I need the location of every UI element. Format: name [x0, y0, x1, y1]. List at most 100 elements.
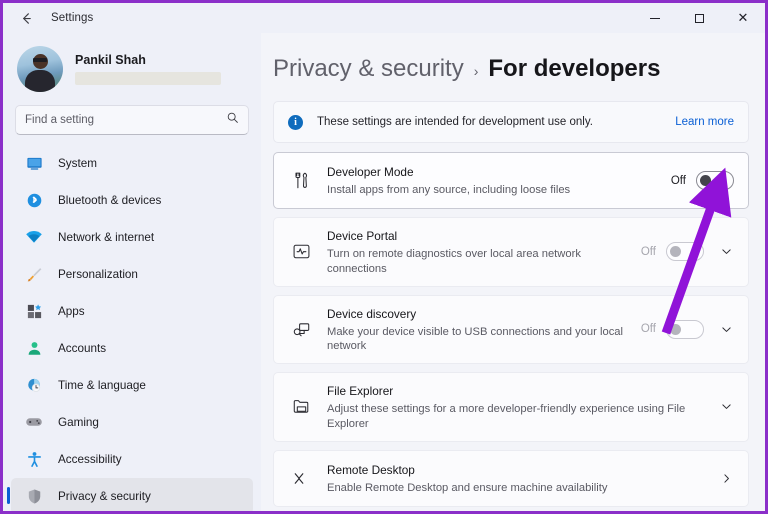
shield-icon [23, 486, 45, 506]
sidebar-nav: System Bluetooth & devices Network & int… [3, 145, 261, 511]
chevron-down-icon[interactable] [718, 321, 734, 337]
card-device-discovery[interactable]: Device discovery Make your device visibl… [273, 295, 749, 365]
learn-more-link[interactable]: Learn more [675, 116, 734, 128]
search-box[interactable] [15, 105, 249, 135]
card-text: Developer Mode Install apps from any sou… [327, 154, 671, 207]
card-text: File Explorer Adjust these settings for … [327, 373, 704, 441]
search-input[interactable] [25, 114, 222, 126]
card-controls [704, 399, 734, 415]
person-icon [23, 338, 45, 358]
toggle-state-label: Off [671, 175, 686, 187]
card-description: Enable Remote Desktop and ensure machine… [327, 481, 704, 496]
sidebar-item-privacy-security[interactable]: Privacy & security [11, 478, 253, 511]
close-icon: ✕ [738, 12, 749, 25]
sidebar-item-network-internet[interactable]: Network & internet [11, 219, 253, 255]
card-description: Turn on remote diagnostics over local ar… [327, 247, 641, 277]
search-container [3, 95, 261, 141]
sidebar-item-label: Apps [58, 305, 85, 318]
profile-text: Pankil Shah [75, 53, 221, 85]
avatar-glasses [33, 58, 47, 62]
wifi-icon [23, 227, 45, 247]
card-remote-desktop[interactable]: Remote Desktop Enable Remote Desktop and… [273, 450, 749, 507]
avatar [17, 46, 63, 92]
paintbrush-icon [23, 264, 45, 284]
search-icon [226, 111, 239, 129]
sidebar-item-bluetooth-devices[interactable]: Bluetooth & devices [11, 182, 253, 218]
chevron-down-icon[interactable] [718, 399, 734, 415]
device-portal-toggle[interactable] [666, 242, 704, 261]
sidebar-item-label: Time & language [58, 379, 146, 392]
remote-desktop-icon [288, 469, 314, 488]
profile-email-redacted [75, 72, 221, 85]
card-description: Adjust these settings for a more develop… [327, 402, 704, 432]
tools-icon [288, 171, 314, 190]
close-button[interactable]: ✕ [721, 3, 765, 33]
sidebar: Pankil Shah System [3, 33, 261, 511]
toggle-knob [670, 246, 681, 257]
card-controls [704, 470, 734, 486]
page-title: For developers [488, 55, 660, 83]
chevron-right-icon[interactable] [718, 470, 734, 486]
settings-card-list: Developer Mode Install apps from any sou… [273, 152, 749, 511]
card-text: Remote Desktop Enable Remote Desktop and… [327, 452, 704, 505]
apps-grid-icon [23, 301, 45, 321]
card-developer-mode[interactable]: Developer Mode Install apps from any sou… [273, 152, 749, 209]
settings-window: Settings ✕ Pankil Shah [3, 3, 765, 511]
card-title: File Explorer [327, 384, 393, 398]
card-text: Device discovery Make your device visibl… [327, 296, 641, 364]
card-title: Developer Mode [327, 165, 414, 179]
sidebar-item-time-language[interactable]: Time & language [11, 367, 253, 403]
accessibility-person-icon [23, 449, 45, 469]
breadcrumb-parent[interactable]: Privacy & security [273, 55, 464, 83]
breadcrumb: Privacy & security › For developers [261, 33, 765, 83]
profile-name: Pankil Shah [75, 53, 221, 67]
sidebar-item-gaming[interactable]: Gaming [11, 404, 253, 440]
info-icon: i [288, 115, 303, 130]
card-description: Make your device visible to USB connecti… [327, 325, 641, 355]
back-arrow-icon [19, 11, 34, 26]
card-text: Device Portal Turn on remote diagnostics… [327, 218, 641, 286]
info-banner: i These settings are intended for develo… [273, 101, 749, 143]
sidebar-item-label: Network & internet [58, 231, 154, 244]
card-title: Remote Desktop [327, 463, 415, 477]
sidebar-item-label: System [58, 157, 97, 170]
sidebar-item-label: Personalization [58, 268, 138, 281]
gamepad-icon [23, 412, 45, 432]
sidebar-item-label: Bluetooth & devices [58, 194, 161, 207]
card-device-portal[interactable]: Device Portal Turn on remote diagnostics… [273, 217, 749, 287]
toggle-state-label: Off [641, 323, 656, 335]
sidebar-item-apps[interactable]: Apps [11, 293, 253, 329]
sidebar-item-system[interactable]: System [11, 145, 253, 181]
card-controls: Off [641, 242, 734, 261]
device-search-icon [288, 320, 314, 339]
minimize-icon [650, 18, 660, 19]
toggle-state-label: Off [641, 246, 656, 258]
main-content: Privacy & security › For developers i Th… [261, 33, 765, 511]
info-banner-text: These settings are intended for developm… [317, 116, 675, 128]
profile-section[interactable]: Pankil Shah [3, 33, 261, 95]
sidebar-item-accessibility[interactable]: Accessibility [11, 441, 253, 477]
card-controls: Off [641, 320, 734, 339]
sidebar-item-label: Accounts [58, 342, 106, 355]
pulse-monitor-icon [288, 242, 314, 261]
device-discovery-toggle[interactable] [666, 320, 704, 339]
card-file-explorer[interactable]: File Explorer Adjust these settings for … [273, 372, 749, 442]
back-button[interactable] [11, 6, 41, 30]
sidebar-item-label: Privacy & security [58, 490, 151, 503]
minimize-button[interactable] [633, 3, 677, 33]
sidebar-item-personalization[interactable]: Personalization [11, 256, 253, 292]
bluetooth-icon [23, 190, 45, 210]
sidebar-item-label: Gaming [58, 416, 99, 429]
developer-mode-toggle[interactable] [696, 171, 734, 190]
window-controls: ✕ [633, 3, 765, 33]
card-controls: Off [671, 171, 734, 190]
breadcrumb-separator-icon: › [474, 63, 479, 79]
clock-globe-icon [23, 375, 45, 395]
maximize-icon [695, 14, 704, 23]
maximize-button[interactable] [677, 3, 721, 33]
card-title: Device Portal [327, 229, 397, 243]
app-title: Settings [51, 12, 93, 24]
sidebar-item-accounts[interactable]: Accounts [11, 330, 253, 366]
folder-icon [288, 397, 314, 416]
chevron-down-icon[interactable] [718, 244, 734, 260]
